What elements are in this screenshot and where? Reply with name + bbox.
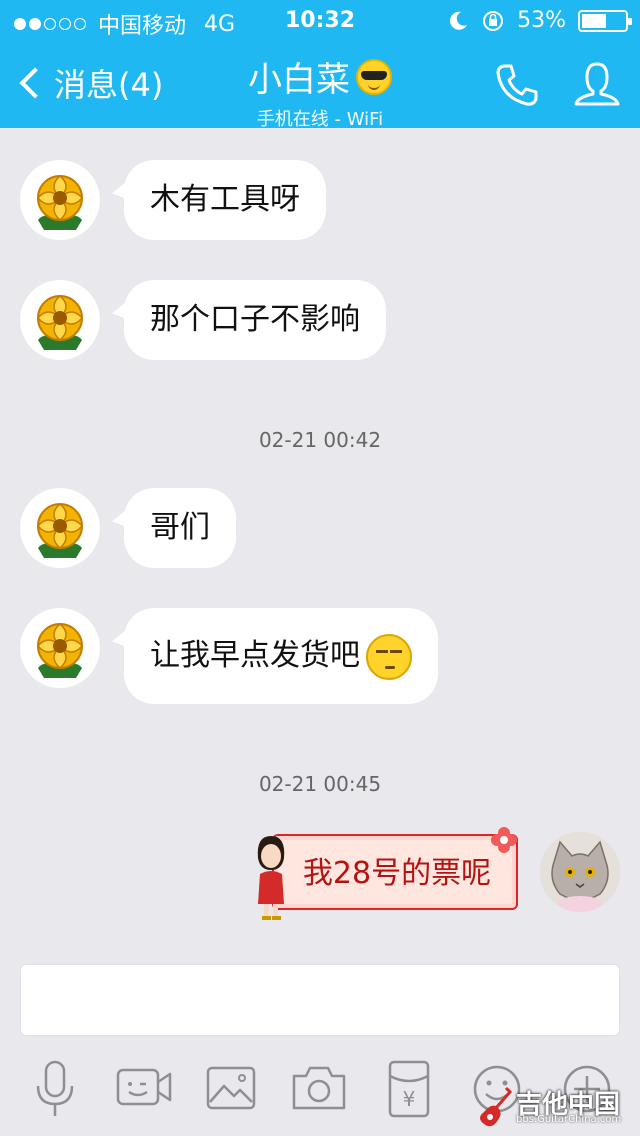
phone-call-button[interactable] bbox=[492, 60, 542, 110]
status-bar: 中国移动 4G 10:32 53% bbox=[0, 0, 640, 40]
phone-icon bbox=[496, 64, 538, 106]
voice-button[interactable] bbox=[22, 1058, 88, 1120]
message-bubble[interactable]: 木有工具呀 bbox=[124, 160, 326, 240]
contact-avatar[interactable] bbox=[20, 608, 100, 688]
chat-area[interactable]: 木有工具呀 那个口子不影响 02-21 00:42 哥们 让我早点发货吧 02-… bbox=[0, 128, 640, 960]
sunflower-avatar-icon bbox=[37, 623, 83, 678]
header: 中国移动 4G 10:32 53% 消息(4) 小白菜 手机在线 - WiFi bbox=[0, 0, 640, 131]
moon-icon bbox=[450, 11, 468, 30]
status-right: 53% bbox=[447, 8, 632, 33]
camera-icon bbox=[292, 1066, 346, 1110]
camera-button[interactable] bbox=[286, 1058, 352, 1120]
message-text: 木有工具呀 bbox=[150, 182, 300, 217]
watermark: 吉他中国 bbs.GuitarChina.com bbox=[476, 1082, 636, 1134]
message-text: 让我早点发货吧 bbox=[150, 638, 360, 673]
contact-name: 小白菜 bbox=[248, 60, 350, 100]
sunflower-avatar-icon bbox=[37, 503, 83, 558]
chat-title[interactable]: 小白菜 手机在线 - WiFi bbox=[0, 52, 640, 131]
message-text: 我28号的票呢 bbox=[302, 856, 492, 891]
watermark-url: bbs.GuitarChina.com bbox=[516, 1114, 622, 1125]
girl-sticker-icon bbox=[257, 836, 285, 920]
red-packet-button[interactable]: ¥ bbox=[376, 1058, 442, 1120]
video-call-button[interactable] bbox=[110, 1058, 176, 1120]
message-timestamp: 02-21 00:42 bbox=[258, 428, 382, 452]
my-avatar[interactable] bbox=[540, 832, 620, 912]
unamused-face-icon bbox=[366, 633, 412, 680]
sunglasses-emoji-icon bbox=[356, 58, 392, 95]
message-bubble[interactable]: 让我早点发货吧 bbox=[124, 608, 438, 704]
guitar-logo-icon bbox=[480, 1086, 513, 1127]
flower-decoration-icon bbox=[491, 827, 517, 853]
contact-avatar[interactable] bbox=[20, 280, 100, 360]
video-call-icon bbox=[116, 1068, 172, 1106]
input-toolbar: ¥ 吉他中国 bbs.GuitarChina.com bbox=[0, 1044, 640, 1136]
sunflower-avatar-icon bbox=[37, 295, 83, 350]
red-packet-icon: ¥ bbox=[388, 1060, 430, 1118]
message-bubble[interactable]: 哥们 bbox=[124, 488, 236, 568]
profile-button[interactable] bbox=[572, 60, 622, 110]
sunflower-avatar-icon bbox=[37, 175, 83, 230]
rotation-lock-icon bbox=[483, 10, 504, 31]
message-input[interactable] bbox=[20, 964, 620, 1036]
image-button[interactable] bbox=[198, 1058, 264, 1120]
message-text: 哥们 bbox=[150, 510, 210, 545]
sent-message-card[interactable]: 我28号的票呢 bbox=[272, 827, 518, 910]
contact-avatar[interactable] bbox=[20, 160, 100, 240]
battery-percent: 53% bbox=[517, 8, 566, 33]
svg-text:¥: ¥ bbox=[403, 1087, 416, 1111]
message-bubble[interactable]: 那个口子不影响 bbox=[124, 280, 386, 360]
person-icon bbox=[574, 62, 620, 106]
cat-avatar-icon bbox=[540, 832, 620, 912]
battery-icon bbox=[578, 9, 632, 32]
contact-avatar[interactable] bbox=[20, 488, 100, 568]
microphone-icon bbox=[36, 1060, 74, 1116]
message-timestamp: 02-21 00:45 bbox=[258, 772, 382, 796]
message-text: 那个口子不影响 bbox=[150, 302, 360, 337]
image-icon bbox=[206, 1066, 256, 1110]
